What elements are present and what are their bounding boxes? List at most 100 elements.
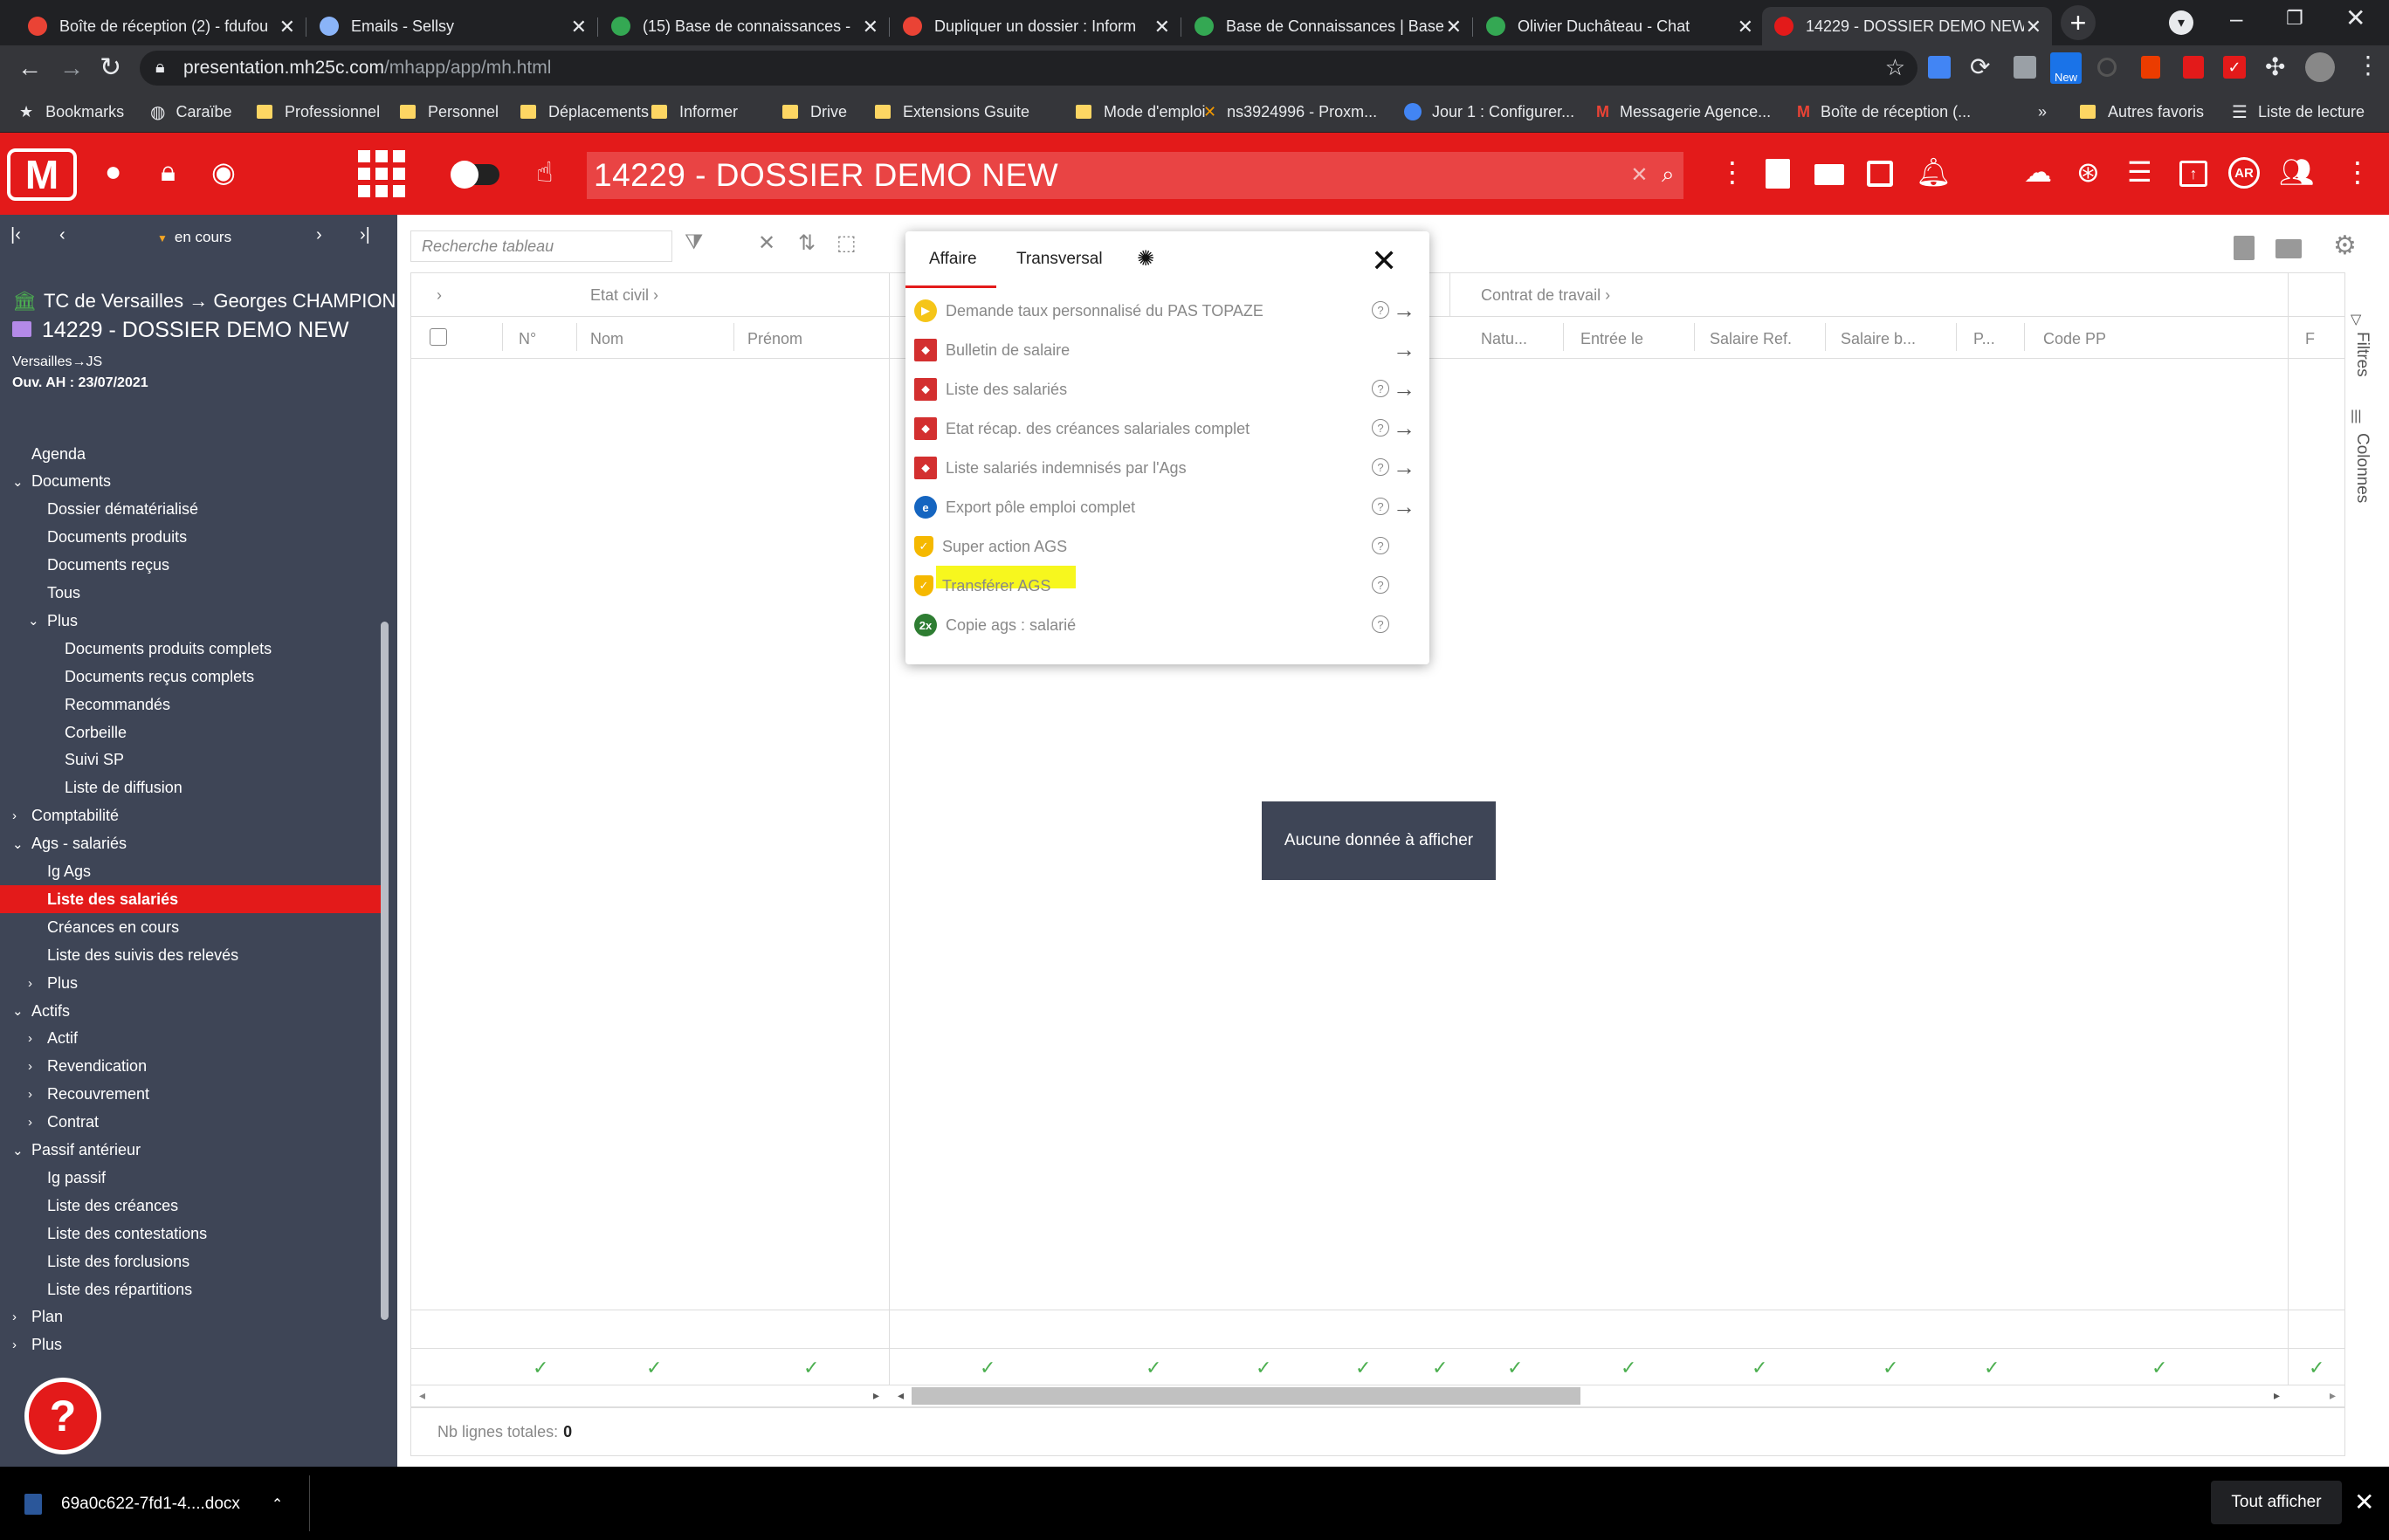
close-download-bar-icon[interactable]: ✕ bbox=[2354, 1488, 2374, 1516]
sidebar-item[interactable]: Liste des créances bbox=[0, 1192, 384, 1220]
sidebar-item[interactable]: Ig Ags bbox=[0, 858, 384, 886]
new-extension-icon[interactable]: New bbox=[2050, 52, 2082, 84]
help-circle-icon[interactable]: ? bbox=[1372, 458, 1389, 476]
more-vertical-icon[interactable]: ⋮ bbox=[1718, 155, 1746, 189]
bookmark-item[interactable]: ◍ Caraïbe bbox=[150, 100, 232, 124]
sidebar-item[interactable]: Ig passif bbox=[0, 1164, 384, 1192]
sync-extension-icon[interactable]: ⟳ bbox=[1970, 52, 1990, 81]
help-circle-icon[interactable]: ? bbox=[1372, 498, 1389, 515]
close-window-icon[interactable]: ✕ bbox=[2345, 3, 2365, 32]
browser-tab[interactable]: Olivier Duchâteau - Chat ✕ bbox=[1474, 7, 1764, 45]
bookmark-item[interactable]: Jour 1 : Configurer... bbox=[1404, 100, 1574, 124]
help-circle-icon[interactable]: ? bbox=[1372, 537, 1389, 554]
office-extension-icon[interactable] bbox=[2141, 56, 2160, 79]
sidebar-item[interactable]: ⌄ Documents bbox=[0, 468, 384, 496]
column-header[interactable]: Salaire b... bbox=[1841, 330, 1916, 348]
export-document-icon[interactable] bbox=[2234, 236, 2255, 260]
close-tab-icon[interactable]: ✕ bbox=[863, 16, 878, 38]
download-menu-icon[interactable]: ⌃ bbox=[272, 1495, 283, 1513]
search-icon[interactable]: ⌕ bbox=[1662, 161, 1675, 189]
expand-group-icon[interactable]: › bbox=[437, 286, 442, 305]
arrow-right-icon[interactable]: → bbox=[1393, 297, 1415, 324]
back-icon[interactable]: ← bbox=[17, 54, 42, 82]
show-all-downloads-button[interactable]: Tout afficher bbox=[2211, 1481, 2342, 1524]
restore-window-icon[interactable]: ❐ bbox=[2286, 7, 2303, 30]
url-bar[interactable]: 🔒︎ presentation.mh25c.com/mhapp/app/mh.h… bbox=[140, 51, 1917, 86]
circle-extension-icon[interactable] bbox=[2097, 58, 2117, 77]
help-question-icon[interactable]: ? bbox=[24, 1378, 101, 1454]
horizontal-scrollbar-thumb[interactable] bbox=[912, 1387, 1580, 1405]
close-tab-icon[interactable]: ✕ bbox=[1738, 16, 1753, 38]
browser-tab[interactable]: Base de Connaissances | Base ✕ bbox=[1182, 7, 1472, 45]
select-all-checkbox[interactable] bbox=[430, 328, 447, 346]
prev-page-icon[interactable]: ‹ bbox=[59, 225, 65, 245]
clear-search-icon[interactable]: ✕ bbox=[1630, 162, 1649, 188]
settings-gear-icon[interactable]: ⚙ bbox=[2333, 230, 2357, 261]
close-tab-icon[interactable]: ✕ bbox=[571, 16, 587, 38]
sidebar-item[interactable]: Liste des suivis des relevés bbox=[0, 941, 384, 969]
sidebar-item[interactable]: › Revendication bbox=[0, 1053, 384, 1081]
bug-icon[interactable]: ✺ bbox=[1137, 246, 1154, 272]
sidebar-item[interactable]: Documents reçus bbox=[0, 552, 384, 580]
bookmark-item[interactable]: M Boîte de réception (... bbox=[1797, 100, 1971, 124]
popup-action-item[interactable]: ⬥ Liste des salariés? → bbox=[914, 372, 1421, 407]
download-item[interactable]: 69a0c622-7fd1-4....docx ⌃ bbox=[24, 1482, 304, 1526]
column-header[interactable]: Entrée le bbox=[1580, 330, 1643, 348]
check-extension-icon[interactable]: ✓ bbox=[2223, 56, 2246, 79]
scroll-right-icon[interactable]: ▸ bbox=[873, 1388, 879, 1403]
browser-tab[interactable]: Emails - Sellsy ✕ bbox=[307, 7, 597, 45]
mode-toggle[interactable] bbox=[451, 161, 499, 189]
scroll-left-icon[interactable]: ◂ bbox=[898, 1388, 904, 1403]
popup-action-item[interactable]: ▶ Demande taux personnalisé du PAS TOPAZE… bbox=[914, 293, 1421, 328]
sidebar-item[interactable]: › Plan bbox=[0, 1303, 384, 1331]
dossier-search-input[interactable]: 14229 - DOSSIER DEMO NEW ✕ ⌕ bbox=[587, 152, 1683, 199]
bookmark-item[interactable]: Mode d'emploi bbox=[1076, 100, 1206, 124]
filter-icon[interactable]: ⧩ bbox=[685, 230, 703, 255]
column-header[interactable]: Nom bbox=[590, 330, 623, 348]
column-header[interactable]: Prénom bbox=[747, 330, 802, 348]
tab-affaire[interactable]: Affaire bbox=[929, 250, 977, 269]
arrow-right-icon[interactable]: → bbox=[1393, 336, 1415, 363]
column-header[interactable]: P... bbox=[1973, 330, 1995, 348]
column-header[interactable]: N° bbox=[519, 330, 536, 348]
reload-icon[interactable]: ↻ bbox=[100, 52, 121, 83]
popup-action-item[interactable]: 2x Copie ags : salarié? bbox=[914, 608, 1421, 643]
arrow-right-icon[interactable]: → bbox=[1393, 493, 1415, 520]
bookmark-star-icon[interactable]: ☆ bbox=[1885, 54, 1905, 81]
broadcast-icon[interactable]: ◉ bbox=[211, 155, 236, 189]
help-circle-icon[interactable]: ? bbox=[1372, 419, 1389, 437]
close-tab-icon[interactable]: ✕ bbox=[279, 16, 295, 38]
close-popup-icon[interactable]: ✕ bbox=[1371, 243, 1397, 279]
dossier-line[interactable]: 14229 - DOSSIER DEMO NEW bbox=[12, 318, 348, 343]
sidebar-item[interactable]: › Plus bbox=[0, 969, 384, 997]
bookmark-item[interactable]: Informer bbox=[651, 100, 738, 124]
bookmark-item[interactable]: Drive bbox=[782, 100, 847, 124]
sidebar-item[interactable]: ⌄ Actifs bbox=[0, 997, 384, 1025]
popup-action-item[interactable]: ✓ Transférer AGS? bbox=[914, 568, 1421, 603]
sidebar-item[interactable]: Liste des forclusions bbox=[0, 1248, 384, 1275]
ar-badge[interactable]: AR bbox=[2228, 157, 2260, 189]
help-circle-icon[interactable]: ? bbox=[1372, 380, 1389, 397]
bookmark-item[interactable]: Personnel bbox=[400, 100, 499, 124]
apps-grid-icon[interactable] bbox=[358, 150, 405, 197]
sidebar-item[interactable]: ⌄ Ags - salariés bbox=[0, 830, 384, 858]
mail-icon[interactable] bbox=[1814, 164, 1844, 185]
app-menu-icon[interactable]: ⋮ bbox=[2344, 155, 2372, 189]
last-page-icon[interactable]: ›| bbox=[360, 225, 370, 245]
filter-panel-icon[interactable]: ▽ bbox=[2351, 311, 2361, 328]
popup-action-item[interactable]: ⬥ Liste salariés indemnisés par l'Ags? → bbox=[914, 450, 1421, 485]
column-header[interactable]: Salaire Ref. bbox=[1710, 330, 1792, 348]
sidebar-item[interactable]: › Actif bbox=[0, 1025, 384, 1053]
sidebar-item[interactable]: › Plus bbox=[0, 1331, 384, 1359]
alarm-bell-icon[interactable]: 🔔︎ bbox=[1916, 155, 1952, 189]
scroll-left-icon[interactable]: ◂ bbox=[419, 1388, 425, 1403]
browser-tab[interactable]: Dupliquer un dossier : Inform ✕ bbox=[891, 7, 1181, 45]
upload-box-icon[interactable]: ↑ bbox=[2179, 161, 2207, 187]
cloud-upload-icon[interactable]: ☁ bbox=[2024, 155, 2052, 189]
first-page-icon[interactable]: |‹ bbox=[10, 225, 21, 245]
sidebar-item[interactable]: Créances en cours bbox=[0, 913, 384, 941]
new-tab-button[interactable]: + bbox=[2061, 5, 2096, 40]
sidebar-item[interactable]: Liste des répartitions bbox=[0, 1275, 384, 1303]
sidebar-item[interactable]: Liste de diffusion bbox=[0, 774, 384, 802]
filters-panel-tab[interactable]: Filtres bbox=[2352, 332, 2372, 377]
